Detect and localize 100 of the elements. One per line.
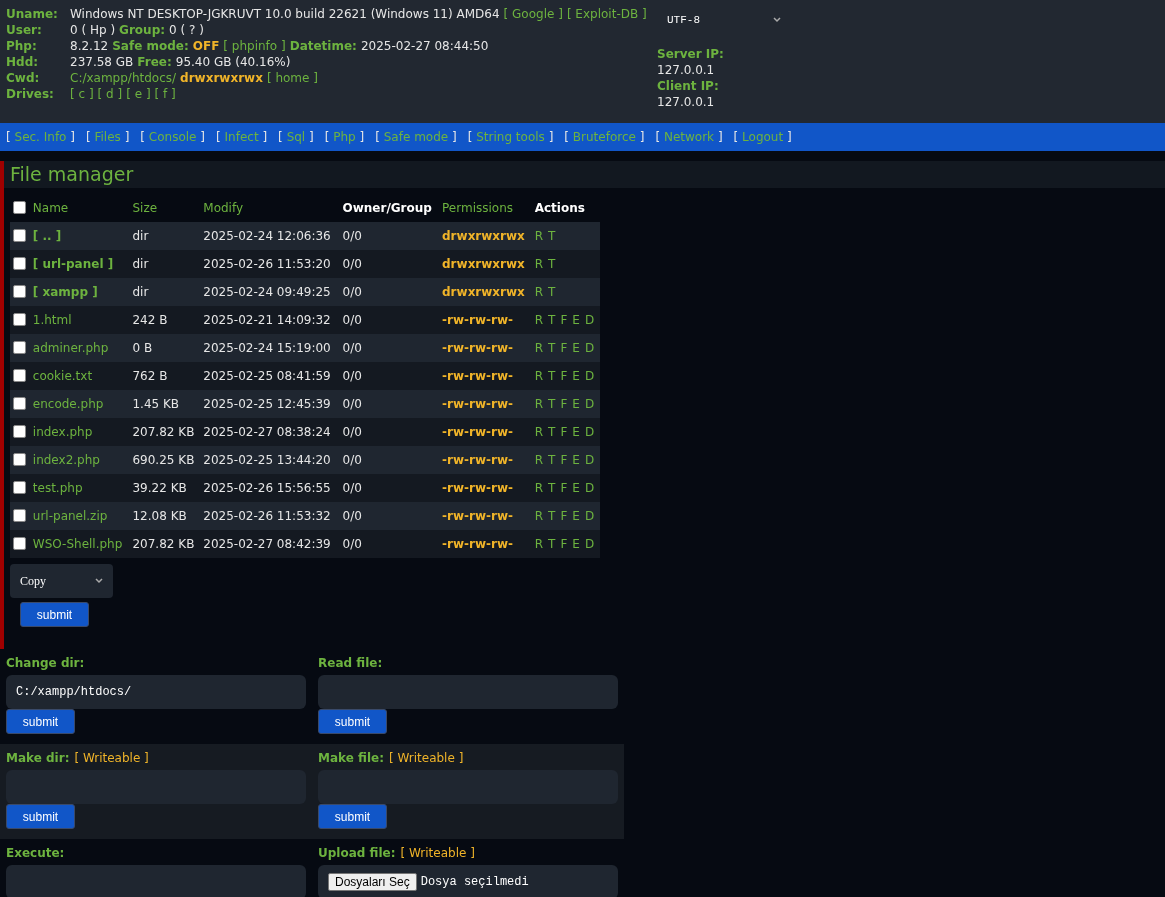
action-link[interactable]: F bbox=[560, 509, 568, 523]
nav-link[interactable]: [ Files ] bbox=[85, 130, 130, 144]
column-header[interactable]: Permissions bbox=[439, 194, 532, 222]
file-link[interactable]: test.php bbox=[29, 474, 130, 502]
column-header[interactable]: Size bbox=[129, 194, 201, 222]
file-link[interactable]: encode.php bbox=[29, 390, 130, 418]
row-checkbox[interactable] bbox=[13, 257, 26, 270]
nav-link[interactable]: [ Logout ] bbox=[733, 130, 792, 144]
action-link[interactable]: D bbox=[584, 369, 595, 383]
action-link[interactable]: R bbox=[534, 285, 544, 299]
nav-link[interactable]: [ Php ] bbox=[324, 130, 365, 144]
action-link[interactable]: R bbox=[534, 369, 544, 383]
action-link[interactable]: R bbox=[534, 313, 544, 327]
action-link[interactable]: T bbox=[548, 453, 556, 467]
input-field[interactable] bbox=[6, 865, 306, 897]
permissions-link[interactable]: -rw-rw-rw- bbox=[439, 474, 532, 502]
action-link[interactable]: E bbox=[572, 369, 580, 383]
action-link[interactable]: E bbox=[572, 481, 580, 495]
nav-link[interactable]: [ Infect ] bbox=[216, 130, 268, 144]
submit-button[interactable]: submit bbox=[6, 709, 75, 734]
folder-link[interactable]: [ xampp ] bbox=[29, 278, 130, 306]
action-select[interactable]: Copy bbox=[10, 564, 113, 598]
column-header[interactable]: Name bbox=[29, 194, 130, 222]
column-header[interactable]: Modify bbox=[200, 194, 340, 222]
action-link[interactable]: E bbox=[572, 537, 580, 551]
row-checkbox[interactable] bbox=[13, 425, 26, 438]
action-link[interactable]: R bbox=[534, 257, 544, 271]
nav-link[interactable]: [ Sec. Info ] bbox=[6, 130, 75, 144]
action-link[interactable]: T bbox=[548, 229, 556, 243]
action-link[interactable]: R bbox=[534, 229, 544, 243]
row-checkbox[interactable] bbox=[13, 453, 26, 466]
row-checkbox[interactable] bbox=[13, 481, 26, 494]
action-link[interactable]: F bbox=[560, 313, 568, 327]
permissions-link[interactable]: drwxrwxrwx bbox=[439, 278, 532, 306]
file-link[interactable]: adminer.php bbox=[29, 334, 130, 362]
action-link[interactable]: D bbox=[584, 537, 595, 551]
row-checkbox[interactable] bbox=[13, 509, 26, 522]
permissions-link[interactable]: -rw-rw-rw- bbox=[439, 390, 532, 418]
action-link[interactable]: R bbox=[534, 537, 544, 551]
file-input[interactable]: Dosyaları Seç Dosya seçilmedi bbox=[318, 865, 618, 897]
row-checkbox[interactable] bbox=[13, 341, 26, 354]
action-link[interactable]: T bbox=[548, 285, 556, 299]
row-checkbox[interactable] bbox=[13, 285, 26, 298]
submit-button[interactable]: submit bbox=[318, 709, 387, 734]
action-link[interactable]: F bbox=[560, 481, 568, 495]
action-link[interactable]: T bbox=[548, 481, 556, 495]
file-link[interactable]: index.php bbox=[29, 418, 130, 446]
row-checkbox[interactable] bbox=[13, 229, 26, 242]
info-link[interactable]: [ Exploit-DB ] bbox=[566, 6, 647, 22]
nav-link[interactable]: [ String tools ] bbox=[467, 130, 554, 144]
action-link[interactable]: E bbox=[572, 397, 580, 411]
permissions-link[interactable]: drwxrwxrwx bbox=[439, 250, 532, 278]
submit-button[interactable]: submit bbox=[20, 602, 89, 627]
action-link[interactable]: T bbox=[548, 397, 556, 411]
action-link[interactable]: F bbox=[560, 425, 568, 439]
action-link[interactable]: F bbox=[560, 397, 568, 411]
input-field[interactable] bbox=[318, 770, 618, 804]
info-link[interactable]: [ e ] bbox=[126, 86, 151, 102]
action-link[interactable]: R bbox=[534, 397, 544, 411]
action-link[interactable]: T bbox=[548, 341, 556, 355]
permissions-link[interactable]: -rw-rw-rw- bbox=[439, 334, 532, 362]
action-link[interactable]: R bbox=[534, 341, 544, 355]
input-field[interactable] bbox=[318, 675, 618, 709]
nav-link[interactable]: [ Bruteforce ] bbox=[564, 130, 645, 144]
info-link[interactable]: [ Google ] bbox=[503, 6, 563, 22]
nav-link[interactable]: [ Sql ] bbox=[278, 130, 314, 144]
info-link[interactable]: C:/xampp/htdocs/ bbox=[70, 70, 177, 86]
action-link[interactable]: E bbox=[572, 313, 580, 327]
action-link[interactable]: D bbox=[584, 341, 595, 355]
action-link[interactable]: E bbox=[572, 341, 580, 355]
permissions-link[interactable]: -rw-rw-rw- bbox=[439, 446, 532, 474]
submit-button[interactable]: submit bbox=[6, 804, 75, 829]
action-link[interactable]: T bbox=[548, 509, 556, 523]
permissions-link[interactable]: -rw-rw-rw- bbox=[439, 502, 532, 530]
info-link[interactable]: [ c ] bbox=[70, 86, 94, 102]
permissions-link[interactable]: -rw-rw-rw- bbox=[439, 530, 532, 558]
input-field[interactable]: C:/xampp/htdocs/ bbox=[6, 675, 306, 709]
info-link[interactable]: [ d ] bbox=[97, 86, 123, 102]
permissions-link[interactable]: -rw-rw-rw- bbox=[439, 306, 532, 334]
submit-button[interactable]: submit bbox=[318, 804, 387, 829]
row-checkbox[interactable] bbox=[13, 369, 26, 382]
choose-files-button[interactable]: Dosyaları Seç bbox=[328, 873, 417, 891]
action-link[interactable]: R bbox=[534, 509, 544, 523]
action-link[interactable]: R bbox=[534, 453, 544, 467]
action-link[interactable]: E bbox=[572, 453, 580, 467]
permissions-link[interactable]: drwxrwxrwx bbox=[439, 222, 532, 250]
file-link[interactable]: index2.php bbox=[29, 446, 130, 474]
action-link[interactable]: D bbox=[584, 425, 595, 439]
folder-link[interactable]: [ url-panel ] bbox=[29, 250, 130, 278]
info-link[interactable]: [ f ] bbox=[154, 86, 176, 102]
action-link[interactable]: D bbox=[584, 453, 595, 467]
file-link[interactable]: url-panel.zip bbox=[29, 502, 130, 530]
info-link[interactable]: [ phpinfo ] bbox=[223, 38, 286, 54]
file-link[interactable]: WSO-Shell.php bbox=[29, 530, 130, 558]
action-link[interactable]: E bbox=[572, 425, 580, 439]
action-link[interactable]: F bbox=[560, 453, 568, 467]
writeable-link[interactable]: [ Writeable ] bbox=[388, 750, 464, 766]
row-checkbox[interactable] bbox=[13, 537, 26, 550]
action-link[interactable]: T bbox=[548, 425, 556, 439]
action-link[interactable]: R bbox=[534, 481, 544, 495]
